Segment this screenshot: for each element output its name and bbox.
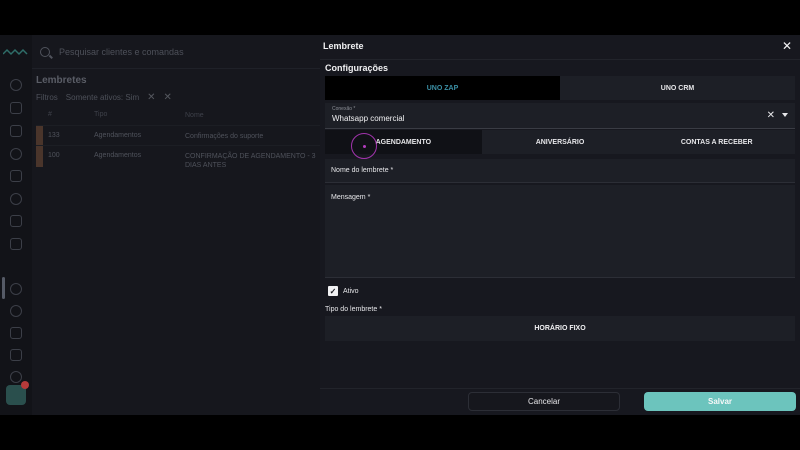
segment-uno-zap[interactable]: UNO ZAP [325,76,560,100]
page-title: Lembretes [36,75,87,86]
reminder-type-label: Tipo do lembrete * [325,306,382,313]
required-mark: * [379,306,382,313]
lightbulb-icon[interactable] [10,148,22,160]
search-icon[interactable] [10,79,22,91]
click-indicator-dot [363,145,366,148]
connection-select[interactable]: Conexão * Whatsapp comercial ✕ [325,103,795,129]
file-icon[interactable] [10,327,22,339]
dollar-icon[interactable] [10,260,22,272]
required-mark: * [353,106,356,112]
connection-value[interactable]: Whatsapp comercial [332,114,404,123]
tab-aniversario[interactable]: ANIVERSÁRIO [482,130,639,154]
message-label-text: Mensagem [331,194,366,201]
row-marker [36,126,43,145]
search-icon [40,47,50,57]
row-nome: CONFIRMAÇÃO DE AGENDAMENTO - 3 DIAS ANTE… [185,153,316,169]
dropdown-arrow-icon[interactable] [782,113,788,117]
reminder-name-field[interactable]: Nome do lembrete * [325,159,795,183]
footer-divider [320,388,800,389]
table-row[interactable]: 133 Agendamentos Confirmações do suporte [36,125,320,145]
app-window: Pesquisar clientes e comandas Lembretes … [0,35,800,415]
users-icon[interactable] [10,215,22,227]
settings-icon[interactable] [10,193,22,205]
drawer-header: Lembrete ✕ [320,35,800,60]
row-tipo: Agendamentos [94,152,142,159]
product-segmented-control: UNO ZAP UNO CRM [325,76,795,100]
row-nome: Confirmações do suporte [185,133,264,140]
reminder-type-option[interactable]: HORÁRIO FIXO [325,316,795,341]
clear-icon[interactable]: ✕ [767,110,775,121]
filters-bar: Filtros Somente ativos: Sim ✕ ✕ [36,92,172,103]
col-id: # [48,111,52,118]
col-tipo: Tipo [94,111,108,118]
filter-chip[interactable]: Somente ativos: Sim [66,93,139,102]
document-icon[interactable] [10,170,22,182]
row-tipo: Agendamentos [94,132,142,139]
cancel-button[interactable]: Cancelar [468,392,620,411]
row-marker [36,146,43,167]
segment-uno-crm[interactable]: UNO CRM [560,76,795,100]
table-header: # Tipo Nome [36,111,320,125]
required-mark: * [390,167,394,174]
remove-filter-icon[interactable]: ✕ [147,92,155,103]
reminder-name-label: Nome do lembrete * [331,167,393,174]
tag-icon[interactable] [10,283,22,295]
tab-contas-a-receber[interactable]: CONTAS A RECEBER [638,130,795,154]
required-mark: * [367,194,371,201]
active-nav-indicator [2,277,5,299]
logo-icon [3,48,28,56]
drawer-title: Lembrete [323,41,364,51]
reminder-name-label-text: Nome do lembrete [331,167,389,174]
message-label: Mensagem * [331,194,370,201]
connection-label: Conexão * [332,106,355,112]
save-button[interactable]: Salvar [644,392,796,411]
sidebar [0,35,32,415]
notification-badge [21,381,29,389]
row-id: 100 [48,152,60,159]
clear-filters-icon[interactable]: ✕ [164,92,172,103]
row-id: 133 [48,132,60,139]
connection-label-text: Conexão [332,106,353,112]
calendar-icon[interactable] [10,125,22,137]
active-checkbox[interactable]: ✓ [328,286,338,296]
bell-icon[interactable] [10,371,22,383]
tab-agendamento[interactable]: AGENDAMENTO [325,130,482,154]
coin-icon[interactable] [10,305,22,317]
reminders-table: # Tipo Nome 133 Agendamentos Confirmaçõe… [36,111,320,169]
box-icon[interactable] [10,349,22,361]
reminder-drawer: Lembrete ✕ Configurações UNO ZAP UNO CRM… [320,35,800,415]
close-icon[interactable]: ✕ [782,39,792,53]
home-icon[interactable] [10,102,22,114]
reminder-type-tabs: AGENDAMENTO ANIVERSÁRIO CONTAS A RECEBER [325,130,795,154]
reminder-type-label-text: Tipo do lembrete [325,306,378,313]
chart-icon[interactable] [10,238,22,250]
global-search-input[interactable]: Pesquisar clientes e comandas [59,47,184,57]
message-field[interactable]: Mensagem * [325,185,795,278]
col-nome: Nome [185,112,204,119]
table-row[interactable]: 100 Agendamentos CONFIRMAÇÃO DE AGENDAME… [36,145,320,169]
active-checkbox-row: ✓ Ativo [328,286,359,296]
active-checkbox-label: Ativo [343,287,359,295]
section-title: Configurações [325,63,389,73]
filters-label: Filtros [36,93,58,102]
top-bar: Pesquisar clientes e comandas [32,35,320,69]
